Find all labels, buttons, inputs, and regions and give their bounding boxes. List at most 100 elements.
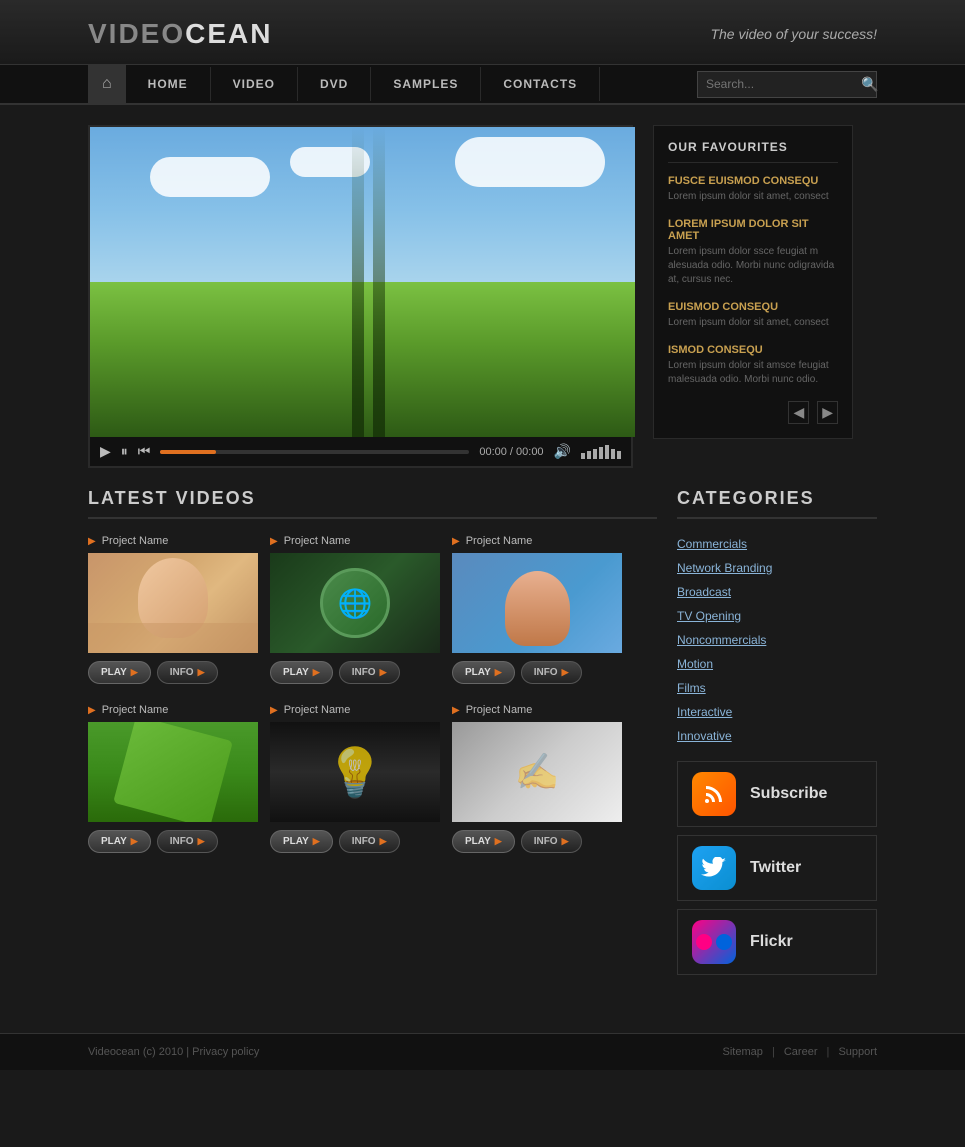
video-thumb-4[interactable]	[88, 722, 258, 822]
search-icon[interactable]: 🔍	[861, 76, 878, 93]
fav-prev-button[interactable]: ◀	[788, 401, 809, 424]
mute-button[interactable]: 🔊	[554, 443, 571, 460]
support-link[interactable]: Support	[838, 1046, 877, 1058]
category-link-3[interactable]: Broadcast	[677, 585, 731, 599]
category-link-9[interactable]: Innovative	[677, 729, 732, 743]
card-1-play-label: PLAY	[101, 667, 127, 678]
nav-home-icon[interactable]: ⌂	[88, 65, 126, 103]
card-6-play-button[interactable]: PLAY ▶	[452, 830, 515, 853]
pause-button[interactable]: ⏸	[121, 443, 128, 460]
category-item-7: Films	[677, 679, 877, 697]
card-2-info-button[interactable]: INFO ▶	[339, 661, 400, 684]
categories-section: CATEGORIES Commercials Network Branding …	[677, 488, 877, 983]
video-screen[interactable]	[90, 127, 635, 437]
footer-copyright: Videocean (c) 2010 | Privacy policy	[88, 1046, 259, 1058]
video-card-4-title: ▶ Project Name	[88, 704, 258, 716]
card-6-play-label: PLAY	[465, 836, 491, 847]
video-card-4: ▶ Project Name PLAY	[88, 704, 258, 853]
video-player: ▶ ⏸ ⏮ 00:00 / 00:00 🔊	[88, 125, 633, 468]
card-1-play-button[interactable]: PLAY ▶	[88, 661, 151, 684]
card-3-label: Project Name	[466, 535, 533, 547]
play-button[interactable]: ▶	[100, 443, 111, 460]
nav-item-contacts[interactable]: CONTACTS	[481, 67, 600, 101]
card-6-info-button[interactable]: INFO ▶	[521, 830, 582, 853]
card-3-info-arrow: ▶	[562, 667, 569, 678]
nav-item-dvd[interactable]: DVD	[298, 67, 371, 101]
logo-ocean: CEAN	[185, 18, 272, 49]
footer-sep-1: |	[772, 1046, 775, 1058]
video-card-2-title: ▶ Project Name	[270, 535, 440, 547]
category-link-2[interactable]: Network Branding	[677, 561, 772, 575]
fav-item-2: LOREM IPSUM DOLOR SIT AMET Lorem ipsum d…	[668, 218, 838, 287]
fav-next-button[interactable]: ▶	[817, 401, 838, 424]
vol-bar-1	[581, 453, 585, 459]
nav-item-samples[interactable]: SAMPLES	[371, 67, 481, 101]
left-column: ▶ ⏸ ⏮ 00:00 / 00:00 🔊	[88, 125, 877, 983]
card-2-arrow-icon: ▶	[270, 536, 278, 547]
card-2-play-button[interactable]: PLAY ▶	[270, 661, 333, 684]
video-thumb-6[interactable]: ✍	[452, 722, 622, 822]
logo: VIDEOCEAN	[88, 18, 272, 50]
fav-item-2-title[interactable]: LOREM IPSUM DOLOR SIT AMET	[668, 218, 838, 242]
footer: Videocean (c) 2010 | Privacy policy Site…	[0, 1033, 965, 1070]
video-thumb-1[interactable]	[88, 553, 258, 653]
fav-item-1-title[interactable]: FUSCE EUISMOD CONSEQU	[668, 175, 838, 187]
progress-fill	[160, 450, 216, 454]
subscribe-button[interactable]: Subscribe	[677, 761, 877, 827]
card-1-label: Project Name	[102, 535, 169, 547]
category-link-1[interactable]: Commercials	[677, 537, 747, 551]
card-3-info-label: INFO	[534, 667, 558, 678]
stop-button[interactable]: ⏮	[138, 443, 151, 460]
card-1-info-button[interactable]: INFO ▶	[157, 661, 218, 684]
search-input[interactable]	[706, 77, 861, 91]
rss-icon	[692, 772, 736, 816]
card-5-info-button[interactable]: INFO ▶	[339, 830, 400, 853]
card-4-play-arrow: ▶	[131, 836, 138, 847]
card-3-play-button[interactable]: PLAY ▶	[452, 661, 515, 684]
favourites-panel: OUR FAVOURITES FUSCE EUISMOD CONSEQU Lor…	[653, 125, 853, 439]
card-3-play-arrow: ▶	[495, 667, 502, 678]
card-3-info-button[interactable]: INFO ▶	[521, 661, 582, 684]
card-4-play-button[interactable]: PLAY ▶	[88, 830, 151, 853]
subscribe-label: Subscribe	[750, 785, 827, 803]
tagline: The video of your success!	[710, 26, 877, 42]
twitter-icon	[692, 846, 736, 890]
card-6-arrow-icon: ▶	[452, 705, 460, 716]
card-5-info-arrow: ▶	[380, 836, 387, 847]
fav-item-3-title[interactable]: EUISMOD CONSEQU	[668, 301, 838, 313]
header: VIDEOCEAN The video of your success!	[0, 0, 965, 65]
career-link[interactable]: Career	[784, 1046, 818, 1058]
video-thumb-3[interactable]	[452, 553, 622, 653]
vol-bar-4	[599, 447, 603, 459]
nav-item-home[interactable]: HOME	[126, 67, 211, 101]
video-thumb-2[interactable]: 🌐	[270, 553, 440, 653]
category-link-5[interactable]: Noncommercials	[677, 633, 766, 647]
progress-bar[interactable]	[160, 450, 469, 454]
category-link-6[interactable]: Motion	[677, 657, 713, 671]
latest-videos-title: LATEST VIDEOS	[88, 488, 657, 519]
category-item-3: Broadcast	[677, 583, 877, 601]
card-5-label: Project Name	[284, 704, 351, 716]
search-box: 🔍	[697, 71, 877, 98]
twitter-button[interactable]: Twitter	[677, 835, 877, 901]
sitemap-link[interactable]: Sitemap	[723, 1046, 763, 1058]
fav-item-4-title[interactable]: ISMOD CONSEQU	[668, 344, 838, 356]
vol-bar-5	[605, 445, 609, 459]
category-link-7[interactable]: Films	[677, 681, 706, 695]
card-1-info-label: INFO	[170, 667, 194, 678]
card-4-info-button[interactable]: INFO ▶	[157, 830, 218, 853]
category-link-8[interactable]: Interactive	[677, 705, 732, 719]
card-4-info-arrow: ▶	[198, 836, 205, 847]
card-6-info-arrow: ▶	[562, 836, 569, 847]
vol-bar-2	[587, 451, 591, 459]
video-thumb-5[interactable]: 💡	[270, 722, 440, 822]
social-section: Subscribe Twitter	[677, 761, 877, 975]
video-card-1-title: ▶ Project Name	[88, 535, 258, 547]
video-card-1: ▶ Project Name	[88, 535, 258, 684]
main-content: ▶ ⏸ ⏮ 00:00 / 00:00 🔊	[0, 105, 965, 1003]
nav-item-video[interactable]: VIDEO	[211, 67, 298, 101]
card-5-play-button[interactable]: PLAY ▶	[270, 830, 333, 853]
flickr-button[interactable]: Flickr	[677, 909, 877, 975]
category-link-4[interactable]: TV Opening	[677, 609, 741, 623]
logo-video: VIDEO	[88, 18, 185, 49]
